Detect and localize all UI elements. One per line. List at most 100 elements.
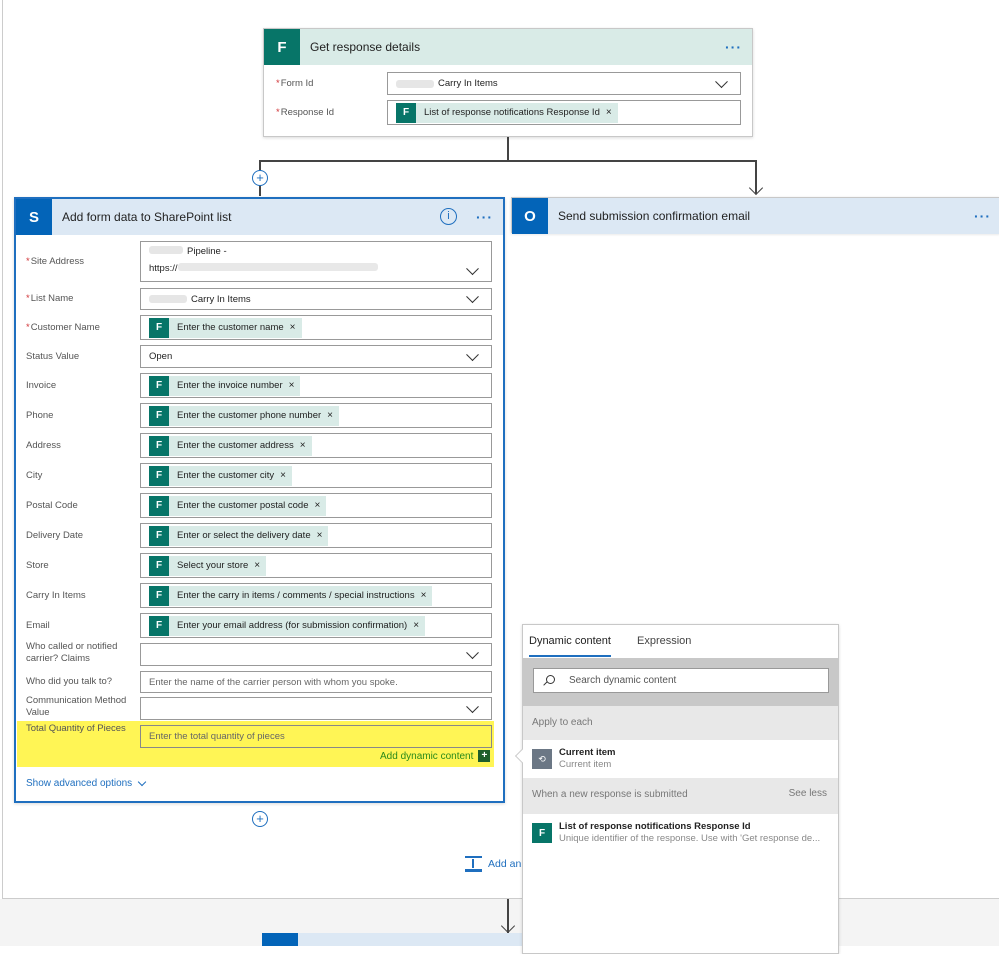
add-action-icon [465, 856, 482, 872]
send-email-card: O Send submission confirmation email ··· [511, 197, 999, 234]
remove-token-icon[interactable]: × [290, 322, 296, 333]
add-dynamic-content-button[interactable]: Add dynamic content + [380, 750, 491, 762]
tab-dynamic-content[interactable]: Dynamic content [529, 635, 611, 657]
add-action-link[interactable]: Add an [465, 856, 521, 872]
remove-token-icon[interactable]: × [289, 380, 295, 391]
remove-token-icon[interactable]: × [413, 620, 419, 631]
dynamic-content-panel: Dynamic content Expression Search dynami… [514, 624, 839, 954]
response-id-label: Response Id [280, 107, 335, 118]
dynamic-item-response-id[interactable]: F List of response notifications Respons… [523, 814, 838, 852]
selected-value: Open [149, 351, 173, 362]
response-id-field[interactable]: F List of response notifications Response… [387, 100, 741, 125]
insert-step-plus-icon[interactable]: + [252, 811, 268, 827]
label-text: Communication Method Value [26, 695, 127, 718]
next-action-card[interactable] [262, 933, 522, 946]
card-title: Get response details [310, 40, 421, 54]
dynamic-token[interactable]: F Enter the carry in items / comments / s… [149, 585, 433, 606]
delivery-date-label: Delivery Date [26, 530, 138, 542]
forms-icon: F [149, 495, 169, 516]
more-options-button[interactable]: ··· [974, 208, 991, 224]
show-advanced-options[interactable]: Show advanced options [26, 777, 147, 789]
form-id-dropdown[interactable]: Carry In Items [387, 72, 741, 95]
phone-field[interactable]: F Enter the customer phone number × [140, 403, 492, 428]
see-less-link[interactable]: See less [789, 788, 827, 799]
get-response-details-card: F Get response details ··· *Form Id Carr… [263, 28, 753, 137]
dynamic-item-current-item[interactable]: ⟲ Current item Current item [523, 740, 838, 778]
forms-icon: F [149, 435, 169, 456]
remove-token-icon[interactable]: × [280, 470, 286, 481]
remove-token-icon[interactable]: × [315, 500, 321, 511]
dynamic-token[interactable]: F Enter the customer city × [149, 465, 292, 486]
label-text: Email [26, 619, 50, 631]
city-field[interactable]: F Enter the customer city × [140, 463, 492, 488]
card-header[interactable]: S Add form data to SharePoint list i ··· [16, 199, 503, 235]
invoice-field[interactable]: F Enter the invoice number × [140, 373, 492, 398]
dynamic-token[interactable]: F Select your store × [149, 555, 267, 576]
customer-name-field[interactable]: F Enter the customer name × [140, 315, 492, 340]
dynamic-token[interactable]: F Enter or select the delivery date × [149, 525, 329, 546]
info-icon[interactable]: i [440, 208, 457, 225]
insert-step-plus-icon[interactable]: + [252, 170, 268, 186]
carry-in-items-label: Carry In Items [26, 590, 138, 602]
chevron-down-icon [466, 347, 479, 361]
who-did-you-talk-to-input[interactable]: Enter the name of the carrier person wit… [140, 671, 492, 693]
form-id-label: Form Id [280, 78, 314, 89]
connector [259, 160, 756, 162]
remove-token-icon[interactable]: × [421, 590, 427, 601]
response-id-token[interactable]: F List of response notifications Response… [396, 102, 618, 123]
communication-method-value-label: Communication Method Value [26, 695, 138, 719]
status-value-dropdown[interactable]: Open [140, 345, 492, 368]
selected-value: Carry In Items [191, 293, 251, 305]
forms-icon: F [396, 102, 416, 123]
who-did-you-talk-to-label: Who did you talk to? [26, 676, 138, 688]
dynamic-token[interactable]: F Enter your email address (for submissio… [149, 615, 426, 636]
total-quantity-of-pieces-label: Total Quantity of Pieces [26, 723, 138, 735]
remove-token-icon[interactable]: × [606, 107, 612, 118]
card-header[interactable]: O Send submission confirmation email ··· [512, 198, 999, 234]
remove-token-icon[interactable]: × [317, 530, 323, 541]
dynamic-token[interactable]: F Enter the invoice number × [149, 375, 301, 396]
loop-icon: ⟲ [532, 749, 552, 769]
dynamic-token[interactable]: F Enter the customer address × [149, 435, 312, 456]
dynamic-token[interactable]: F Enter the customer phone number × [149, 405, 340, 426]
city-label: City [26, 470, 138, 482]
label-text: Delivery Date [26, 529, 84, 541]
card-header[interactable]: F Get response details ··· [264, 29, 752, 65]
search-icon [543, 675, 555, 686]
carry-in-items-field[interactable]: F Enter the carry in items / comments / s… [140, 583, 492, 608]
postal-code-field[interactable]: F Enter the customer postal code × [140, 493, 492, 518]
forms-icon: F [149, 615, 169, 636]
remove-token-icon[interactable]: × [327, 410, 333, 421]
section-new-response: When a new response is submitted See les… [523, 778, 838, 814]
email-field[interactable]: F Enter your email address (for submissio… [140, 613, 492, 638]
label-text: Status Value [26, 350, 80, 362]
forms-icon: F [149, 317, 169, 338]
add-to-sharepoint-card: S Add form data to SharePoint list i ···… [14, 197, 505, 803]
remove-token-icon[interactable]: × [254, 560, 260, 571]
forms-icon: F [149, 375, 169, 396]
remove-token-icon[interactable]: × [300, 440, 306, 451]
communication-method-value-dropdown[interactable] [140, 697, 492, 720]
store-label: Store [26, 560, 138, 572]
list-name-dropdown[interactable]: Carry In Items [140, 288, 492, 310]
token-label: Enter the customer city [177, 470, 275, 481]
token-label: Select your store [177, 560, 249, 571]
search-dynamic-content-input[interactable]: Search dynamic content [533, 668, 829, 693]
more-options-button[interactable]: ··· [725, 39, 742, 55]
chevron-down-icon [466, 645, 479, 659]
customer-name-label: *Customer Name [26, 321, 100, 333]
site-url: https:// [149, 263, 178, 274]
store-field[interactable]: F Select your store × [140, 553, 492, 578]
address-field[interactable]: F Enter the customer address × [140, 433, 492, 458]
token-label: Enter or select the delivery date [177, 530, 311, 541]
token-label: Enter your email address (for submission… [177, 620, 408, 631]
delivery-date-field[interactable]: F Enter or select the delivery date × [140, 523, 492, 548]
total-quantity-of-pieces-input[interactable]: Enter the total quantity of pieces [140, 725, 492, 748]
postal-code-label: Postal Code [26, 500, 138, 512]
more-options-button[interactable]: ··· [476, 209, 493, 225]
dynamic-token[interactable]: F Enter the customer name × [149, 317, 302, 338]
who-called-or-notified-carrier-claims-dropdown[interactable] [140, 643, 492, 666]
site-address-dropdown[interactable]: Pipeline - https:// [140, 241, 492, 282]
tab-expression[interactable]: Expression [637, 635, 691, 647]
dynamic-token[interactable]: F Enter the customer postal code × [149, 495, 327, 516]
